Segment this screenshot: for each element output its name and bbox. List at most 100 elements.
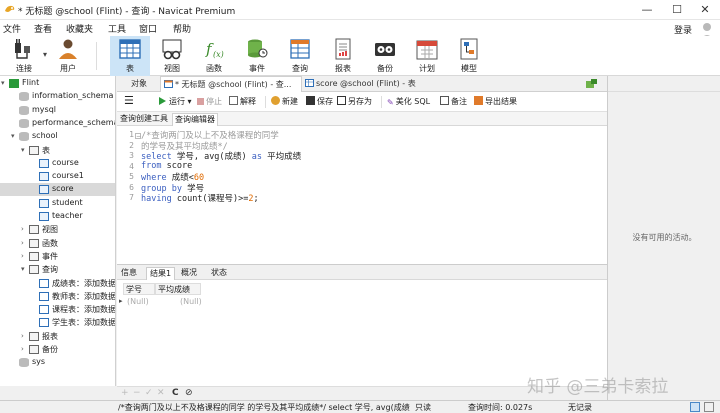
save-button[interactable]: 保存 — [306, 96, 333, 107]
menu-window[interactable]: 窗口 — [139, 22, 157, 35]
database-icon — [19, 358, 29, 368]
activity-panel-header — [586, 76, 720, 92]
column-header-avg-score[interactable]: 平均成绩 — [155, 283, 201, 295]
expand-arrow-icon[interactable]: › — [21, 239, 27, 246]
query-button[interactable]: 查询 — [280, 36, 320, 76]
tree-item[interactable]: 教师表：添加数据 — [0, 290, 115, 303]
tree-item[interactable]: › 事件 — [0, 250, 115, 263]
tree-item-label: teacher — [52, 211, 83, 220]
collapse-arrow-icon[interactable]: ▾ — [11, 133, 17, 140]
minimize-button[interactable]: — — [636, 2, 658, 18]
run-dropdown-icon[interactable]: ▾ — [188, 97, 192, 106]
new-connection-icon[interactable] — [585, 79, 597, 89]
cell-student-id[interactable]: (Null) — [125, 296, 149, 308]
user-label: 用户 — [60, 64, 76, 73]
tree-item[interactable]: sys — [0, 356, 115, 369]
tab-objects[interactable]: 对象 — [131, 76, 147, 92]
function-button[interactable]: f (x) 函数 — [194, 36, 234, 76]
add-record-button[interactable]: + — [121, 388, 129, 398]
tree-item[interactable]: 学生表：添加数据 — [0, 316, 115, 329]
export-results-button[interactable]: 导出结果 — [474, 96, 517, 107]
tree-item[interactable]: ▾ school — [0, 130, 115, 143]
collapse-arrow-icon[interactable]: ▾ — [21, 266, 27, 273]
tree-item[interactable]: information_schema — [0, 90, 115, 103]
menu-help[interactable]: 帮助 — [173, 22, 191, 35]
collapse-arrow-icon[interactable]: ▾ — [21, 146, 27, 153]
beautify-sql-button[interactable]: ✎ 美化 SQL — [387, 96, 430, 107]
result-tabs: 信息 结果1 概况 状态 — [117, 264, 607, 280]
collapse-arrow-icon[interactable]: ▾ — [1, 80, 7, 87]
tab-score-table[interactable]: score @school (Flint) - 表 — [305, 76, 416, 92]
connect-dropdown-icon[interactable]: ▾ — [43, 50, 47, 59]
tree-item[interactable]: › 报表 — [0, 330, 115, 343]
user-button[interactable]: 用户 — [48, 36, 88, 76]
tree-item[interactable]: ▾ 表 — [0, 144, 115, 157]
tree-item[interactable]: teacher — [0, 210, 115, 223]
refresh-button[interactable]: C — [172, 388, 179, 398]
tab-query-editor[interactable]: 查询编辑器 — [172, 113, 218, 126]
expand-arrow-icon[interactable]: › — [21, 332, 27, 339]
query-label: 查询 — [292, 64, 308, 73]
cell-avg-score[interactable]: (Null) — [178, 296, 202, 308]
view-button[interactable]: 视图 — [152, 36, 192, 76]
schedule-button[interactable]: 计划 — [407, 36, 447, 76]
menu-tools[interactable]: 工具 — [108, 22, 126, 35]
tree-item[interactable]: › 视图 — [0, 223, 115, 236]
tree-item[interactable]: › 函数 — [0, 237, 115, 250]
menu-file[interactable]: 文件 — [3, 22, 21, 35]
tree-item[interactable]: course — [0, 157, 115, 170]
tree-item[interactable]: score — [0, 183, 115, 197]
tab-result1[interactable]: 结果1 — [146, 267, 176, 280]
expand-arrow-icon[interactable]: › — [21, 346, 27, 353]
notes-button[interactable]: 备注 — [440, 96, 467, 107]
connect-button[interactable]: 连接 — [4, 36, 44, 76]
tree-item[interactable]: ▾ 查询 — [0, 263, 115, 276]
tree-item[interactable]: 课程表：添加数据 — [0, 303, 115, 316]
tree-item[interactable]: performance_schema — [0, 117, 115, 130]
close-button[interactable]: ✕ — [694, 2, 716, 18]
save-as-button[interactable]: 另存为 — [337, 96, 372, 107]
table-button[interactable]: 表 — [110, 36, 150, 76]
report-label: 报表 — [335, 64, 351, 73]
tab-info[interactable]: 信息 — [118, 267, 140, 280]
tree-item[interactable]: student — [0, 197, 115, 210]
connection-icon — [9, 79, 19, 88]
tree-item[interactable]: › 备份 — [0, 343, 115, 356]
result-grid: 学号 平均成绩 ▸ (Null) (Null) — [117, 280, 607, 386]
tab-query-untitled[interactable]: * 无标题 @school (Flint) - 查... — [160, 76, 302, 92]
tree-item[interactable]: mysql — [0, 104, 115, 117]
maximize-button[interactable]: ☐ — [666, 2, 688, 18]
query-icon — [39, 305, 49, 315]
expand-arrow-icon[interactable]: › — [21, 226, 27, 233]
column-header-student-id[interactable]: 学号 — [123, 283, 155, 295]
tree-item-label: 查询 — [42, 265, 58, 275]
run-button[interactable]: 运行 ▾ — [159, 96, 192, 107]
backup-button[interactable]: 备份 — [365, 36, 405, 76]
tree-item[interactable]: 成绩表：添加数据 — [0, 277, 115, 290]
discard-changes-button[interactable]: ✕ — [157, 388, 165, 398]
tab-query-builder[interactable]: 查询创建工具 — [118, 113, 170, 126]
tab-status[interactable]: 状态 — [208, 267, 230, 280]
menu-favorites[interactable]: 收藏夹 — [66, 22, 93, 35]
form-view-icon[interactable] — [704, 402, 714, 412]
save-icon — [306, 96, 315, 105]
menu-view[interactable]: 查看 — [34, 22, 52, 35]
grid-view-icon[interactable] — [690, 402, 700, 412]
hamburger-menu-icon[interactable]: ☰ — [124, 94, 134, 107]
login-link[interactable]: 登录 — [674, 23, 692, 36]
apply-changes-button[interactable]: ✓ — [145, 388, 153, 398]
sql-editor[interactable]: 1234567 − /*查询两门及以上不及格课程的同学 的学号及其平均成绩*/se… — [117, 126, 607, 264]
new-button[interactable]: 新建 — [271, 96, 298, 107]
tree-item[interactable]: ▾ Flint — [0, 77, 115, 90]
tree-item[interactable]: course1 — [0, 170, 115, 183]
explain-button[interactable]: 解释 — [229, 96, 256, 107]
model-button[interactable]: 模型 — [449, 36, 489, 76]
delete-record-button[interactable]: − — [133, 388, 141, 398]
event-button[interactable]: 事件 — [237, 36, 277, 76]
main-toolbar: 连接 ▾ 用户 表 视图 f (x) 函数 事件 查询 报表 备份 计划 模型 — [0, 36, 720, 76]
tab-profile[interactable]: 概况 — [178, 267, 200, 280]
expand-arrow-icon[interactable]: › — [21, 252, 27, 259]
report-button[interactable]: 报表 — [323, 36, 363, 76]
stop-refresh-button[interactable]: ⊘ — [185, 388, 193, 398]
stop-button[interactable]: 停止 — [197, 96, 222, 107]
